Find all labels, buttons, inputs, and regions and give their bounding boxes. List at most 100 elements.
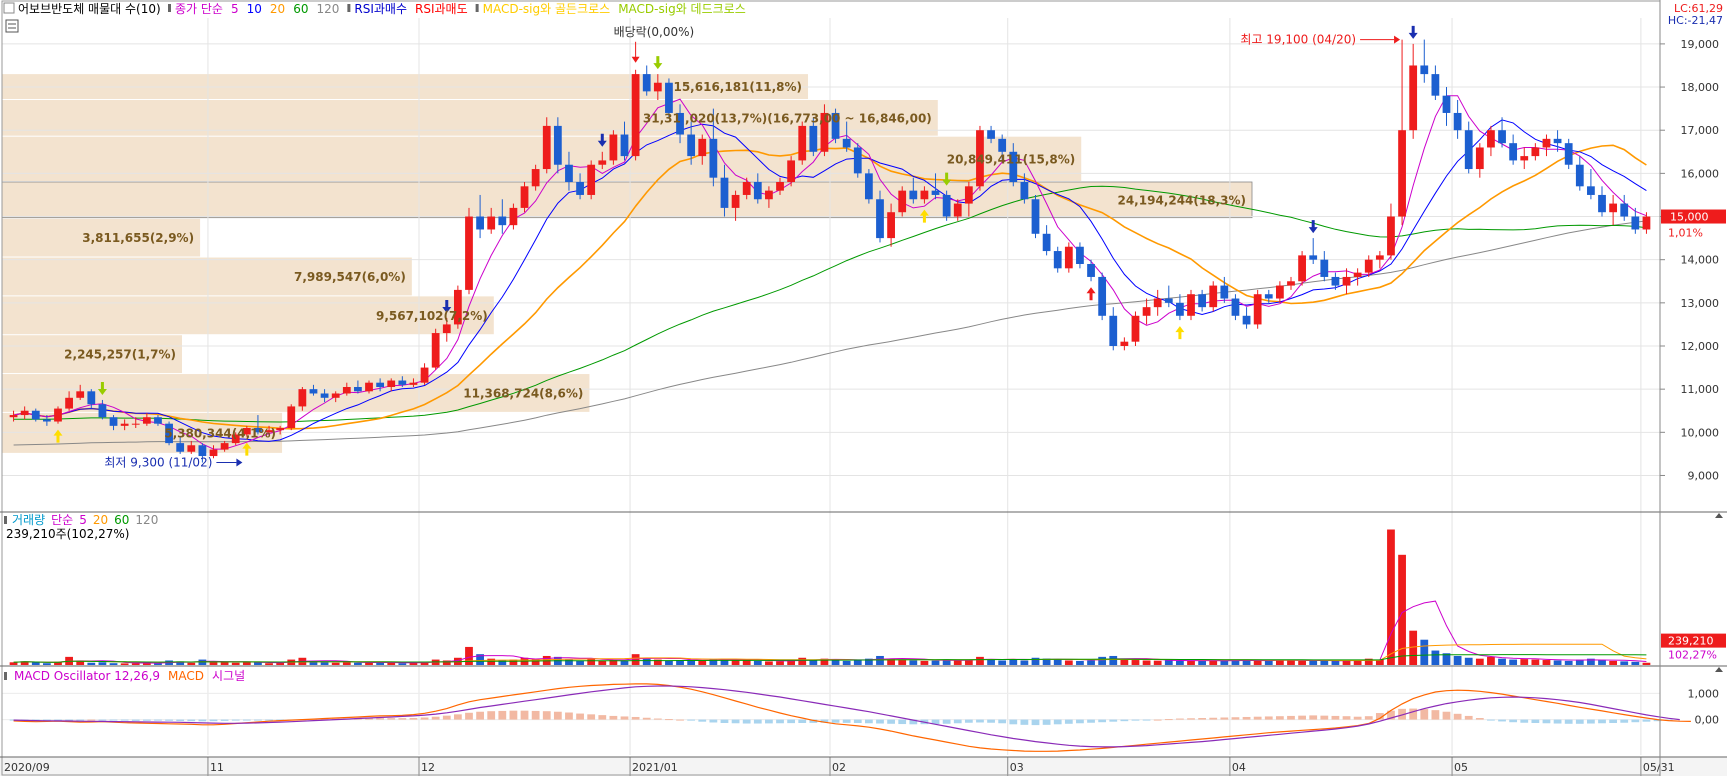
candle-body [531, 169, 540, 187]
volume-bar [1498, 658, 1506, 665]
candle-body [1609, 203, 1618, 213]
macd-oscillator-bar [98, 719, 107, 721]
candle-body [1564, 143, 1573, 165]
volume-bar [587, 658, 596, 665]
macd-oscillator-bar [376, 718, 385, 720]
macd-oscillator-bar [598, 715, 607, 720]
macd-oscillator-bar [853, 719, 862, 723]
price-legend-item[interactable]: 60 [293, 2, 308, 16]
volume-bar [487, 658, 496, 665]
macd-oscillator-bar [1275, 716, 1284, 720]
candle-body [876, 199, 884, 239]
candle-body [1120, 341, 1129, 346]
price-legend-item[interactable]: 10 [247, 2, 262, 16]
candle-body [365, 382, 373, 392]
candle-body [842, 138, 851, 148]
candle-body [309, 389, 318, 394]
price-tick-label: 10,000 [1681, 426, 1720, 439]
price-legend-item[interactable]: 120 [316, 2, 339, 16]
price-legend-item[interactable]: RSI과매수 [354, 2, 407, 16]
x-tick-label: 04 [1232, 761, 1246, 774]
volume-bar [1031, 657, 1040, 665]
volume-legend-item[interactable]: 단순 [51, 513, 73, 527]
candle-body [920, 190, 929, 200]
candle-body [1531, 147, 1540, 157]
macd-oscillator-bar [1642, 719, 1651, 722]
candle-body [220, 443, 229, 450]
candle-body [342, 387, 351, 394]
macd-oscillator-bar [798, 719, 807, 723]
volume-legend-item[interactable]: 20 [93, 513, 108, 527]
candle-body [642, 74, 651, 92]
volume-profile-label: 11,368,724(8,6%) [463, 386, 583, 400]
volume-bar [465, 646, 473, 665]
candle-body [565, 164, 573, 182]
price-legend-item[interactable]: 5 [231, 2, 239, 16]
candle-body [1242, 315, 1251, 325]
volume-profile-label: 2,245,257(1,7%) [64, 348, 176, 362]
candle-body [909, 190, 918, 200]
candle-body [387, 380, 396, 387]
candle-body [1342, 276, 1351, 286]
volume-bar [742, 660, 751, 665]
volume-legend-item[interactable]: 5 [79, 513, 87, 527]
price-legend-item[interactable]: MACD-sig와 골든크로스 [483, 2, 611, 16]
macd-oscillator-bar [698, 719, 707, 722]
macd-oscillator-bar [987, 719, 995, 723]
candle-body [409, 382, 418, 385]
macd-legend-item[interactable]: 시그널 [212, 669, 245, 683]
volume-bar [9, 662, 18, 665]
panel-menu-icon[interactable] [5, 19, 19, 33]
candle-body [787, 160, 796, 182]
volume-legend-item[interactable]: 거래량 [12, 513, 45, 527]
macd-oscillator-bar [553, 711, 562, 720]
macd-oscillator-bar [1353, 716, 1362, 720]
macd-oscillator-bar [620, 716, 629, 720]
price-legend-item[interactable]: 종가 단순 [175, 2, 223, 16]
candle-body [798, 125, 807, 161]
macd-oscillator-bar [1609, 719, 1618, 723]
price-legend-item[interactable]: MACD-sig와 데드크로스 [618, 2, 746, 16]
macd-oscillator-bar [442, 715, 451, 720]
chart-title[interactable]: 어보브반도체 매물대 수(10) [18, 2, 161, 16]
volume-bar [1320, 660, 1329, 665]
candle-body [853, 147, 862, 174]
volume-bar [1453, 655, 1462, 665]
candle-body [1209, 285, 1218, 308]
volume-legend-item[interactable]: 60 [114, 513, 129, 527]
candle-body [1553, 138, 1562, 144]
macd-oscillator-bar [1420, 709, 1429, 720]
macd-oscillator-bar [387, 718, 396, 720]
macd-oscillator-bar [1009, 719, 1018, 725]
price-legend-item[interactable]: RSI과매도 [415, 2, 468, 16]
price-legend-item[interactable]: 20 [270, 2, 285, 16]
macd-oscillator-bar [887, 719, 895, 724]
volume-bar [1231, 660, 1240, 665]
macd-legend-item[interactable]: MACD [168, 669, 204, 683]
low-price-label: 최저 9,300 (11/02) [104, 456, 212, 470]
volume-profile-bar [2, 136, 1082, 181]
macd-legend-item[interactable]: MACD Oscillator 12,26,9 [14, 669, 160, 683]
chart-canvas: 19,000 18,000 17,000 16,000 15,000 14,000 13,0… [0, 0, 1727, 776]
macd-oscillator-bar [398, 718, 407, 720]
x-tick-label: 03 [1010, 761, 1024, 774]
macd-oscillator-bar [1431, 710, 1440, 720]
volume-bar [1464, 657, 1473, 665]
macd-oscillator-bar [76, 719, 85, 721]
macd-oscillator-bar [531, 710, 540, 720]
volume-bar [1487, 656, 1495, 665]
macd-oscillator-bar [1131, 719, 1140, 721]
candle-body [553, 125, 562, 165]
legend-checkbox-icon[interactable] [3, 2, 15, 14]
stock-chart[interactable]: 19,000 18,000 17,000 16,000 15,000 14,000 13,0… [0, 0, 1727, 776]
macd-oscillator-bar [1031, 719, 1040, 726]
macd-oscillator-bar [576, 713, 584, 720]
macd-oscillator-bar [254, 719, 262, 721]
candle-body [320, 393, 329, 398]
candle-body [187, 445, 196, 452]
candle-body [1264, 294, 1273, 299]
volume-legend-item[interactable]: 120 [135, 513, 158, 527]
volume-bar [242, 662, 251, 665]
candle-body [1109, 315, 1118, 346]
macd-oscillator-bar [842, 719, 851, 723]
